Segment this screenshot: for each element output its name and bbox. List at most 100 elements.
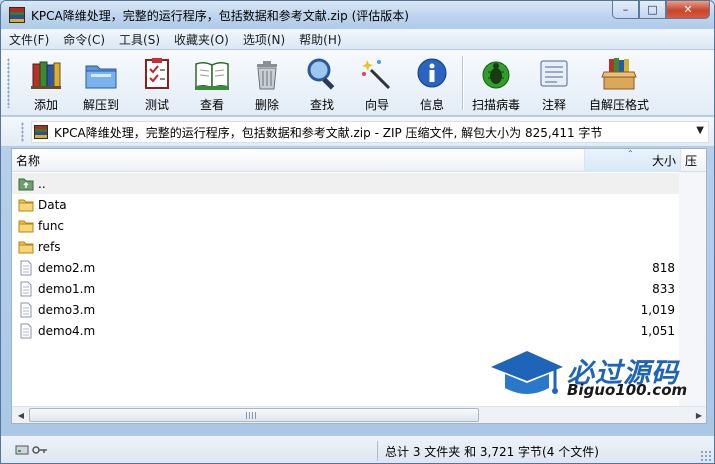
document-icon: [20, 302, 32, 317]
menu-bar: 文件(F) 命令(C) 工具(S) 收藏夹(O) 选项(N) 帮助(H): [1, 29, 714, 50]
table-row-parent[interactable]: ..: [12, 173, 681, 194]
menu-options[interactable]: 选项(N): [243, 31, 285, 48]
delete-button[interactable]: 删除: [239, 54, 295, 114]
comment-button[interactable]: 注释: [526, 54, 582, 114]
document-icon: [20, 260, 32, 275]
column-header: 名称 ⌃ 大小 压: [12, 149, 706, 172]
maximize-button[interactable]: □: [639, 1, 666, 19]
table-row-file[interactable]: demo1.m 833: [12, 278, 681, 299]
column-compressed[interactable]: 压: [681, 149, 706, 172]
folder-icon: [18, 220, 34, 232]
folder-extract-icon: [85, 65, 117, 89]
menu-help[interactable]: 帮助(H): [299, 31, 341, 48]
trash-icon: [257, 61, 277, 90]
toolbar-separator: [462, 56, 463, 110]
drive-icon[interactable]: [15, 444, 29, 456]
table-row-file[interactable]: demo4.m 1,051: [12, 320, 681, 341]
books-icon: [31, 61, 61, 89]
scroll-thumb[interactable]: [29, 408, 479, 422]
file-name: func: [38, 218, 65, 233]
file-name: ..: [38, 176, 46, 191]
test-button[interactable]: 测试: [129, 54, 185, 114]
table-row-folder[interactable]: func: [12, 215, 681, 236]
thumb-grip: [246, 412, 256, 419]
document-icon: [20, 323, 32, 338]
archive-icon: [34, 125, 48, 139]
table-row-folder[interactable]: Data: [12, 194, 681, 215]
folder-icon: [18, 241, 34, 253]
scroll-left-button[interactable]: ◀: [13, 408, 29, 422]
title-bar[interactable]: KPCA降维处理，完整的运行程序，包括数据和参考文献.zip (评估版本) – …: [1, 1, 714, 29]
folder-icon: [18, 199, 34, 211]
file-name: refs: [38, 239, 61, 254]
table-row-file[interactable]: demo2.m 818: [12, 257, 681, 278]
find-button[interactable]: 查找: [294, 54, 350, 114]
magnifier-icon: [307, 58, 335, 90]
wizard-label: 向导: [364, 98, 389, 112]
wizard-button[interactable]: 向导: [349, 54, 405, 114]
virus-scan-label: 扫描病毒: [471, 98, 520, 112]
menu-commands[interactable]: 命令(C): [63, 31, 105, 48]
resize-grip[interactable]: [700, 450, 712, 462]
view-label: 查看: [199, 98, 224, 112]
table-row-folder[interactable]: refs: [12, 236, 681, 257]
menu-file[interactable]: 文件(F): [9, 31, 49, 48]
scroll-right-button[interactable]: ▶: [691, 408, 706, 422]
status-icons: [15, 444, 48, 456]
file-name: demo2.m: [38, 260, 96, 275]
window-controls: – □ ✕: [612, 1, 710, 19]
toolbar-grip[interactable]: [7, 58, 10, 108]
table-row-file[interactable]: demo3.m 1,019: [12, 299, 681, 320]
toolbar: 添加 解压到 测试 查看 删除 查找 向导 信息 扫描病毒 注释 自解压格式: [1, 50, 714, 116]
graduation-cap-icon: [491, 351, 563, 394]
column-name[interactable]: 名称: [12, 149, 585, 172]
extract-to-button[interactable]: 解压到: [73, 54, 129, 114]
address-bar: KPCA降维处理，完整的运行程序，包括数据和参考文献.zip - ZIP 压缩文…: [1, 117, 714, 147]
window-title: KPCA降维处理，完整的运行程序，包括数据和参考文献.zip (评估版本): [31, 8, 409, 23]
parent-folder-icon: [18, 178, 34, 190]
view-button[interactable]: 查看: [184, 54, 240, 114]
add-label: 添加: [33, 98, 58, 112]
horizontal-scrollbar[interactable]: ◀ ▶: [12, 406, 706, 423]
key-icon[interactable]: [32, 444, 48, 456]
minimize-button[interactable]: –: [612, 1, 639, 19]
delete-label: 删除: [254, 98, 279, 112]
status-summary: 总计 3 文件夹 和 3,721 字节(4 个文件): [385, 445, 599, 459]
open-book-icon: [195, 61, 229, 90]
file-name: demo4.m: [38, 323, 96, 338]
bug-icon: [482, 61, 510, 89]
comment-icon: [540, 60, 568, 87]
address-dropdown-icon[interactable]: ▼: [696, 125, 704, 136]
info-icon: [417, 58, 447, 88]
address-grip[interactable]: [21, 122, 24, 142]
winrar-app-icon[interactable]: [9, 7, 25, 23]
menu-favorites[interactable]: 收藏夹(O): [174, 31, 229, 48]
menu-tools[interactable]: 工具(S): [119, 31, 160, 48]
close-button[interactable]: ✕: [666, 1, 710, 19]
column-size[interactable]: ⌃ 大小: [585, 149, 681, 172]
sort-ascending-icon: ⌃: [627, 149, 634, 158]
document-icon: [20, 281, 32, 296]
virus-scan-button[interactable]: 扫描病毒: [468, 54, 524, 114]
file-size: 1,019: [640, 302, 675, 317]
comment-label: 注释: [541, 98, 566, 112]
file-name: demo3.m: [38, 302, 96, 317]
checklist-icon: [145, 58, 169, 89]
sfx-label: 自解压格式: [589, 98, 650, 112]
address-text: KPCA降维处理，完整的运行程序，包括数据和参考文献.zip - ZIP 压缩文…: [54, 125, 603, 140]
magic-wand-icon: [362, 60, 391, 90]
file-size: 833: [652, 281, 675, 296]
file-name: Data: [38, 197, 67, 212]
sfx-button[interactable]: 自解压格式: [589, 54, 649, 114]
info-label: 信息: [419, 98, 444, 112]
address-field[interactable]: KPCA降维处理，完整的运行程序，包括数据和参考文献.zip - ZIP 压缩文…: [31, 121, 709, 143]
info-button[interactable]: 信息: [404, 54, 460, 114]
file-size: 1,051: [640, 323, 675, 338]
watermark-url: Biguo100.com: [567, 381, 688, 399]
file-name: demo1.m: [38, 281, 96, 296]
status-bar: 总计 3 文件夹 和 3,721 字节(4 个文件): [1, 435, 714, 463]
add-button[interactable]: 添加: [18, 54, 74, 114]
status-separator: [377, 441, 378, 461]
column-size-label: 大小: [651, 154, 676, 168]
extract-to-label: 解压到: [82, 98, 119, 112]
